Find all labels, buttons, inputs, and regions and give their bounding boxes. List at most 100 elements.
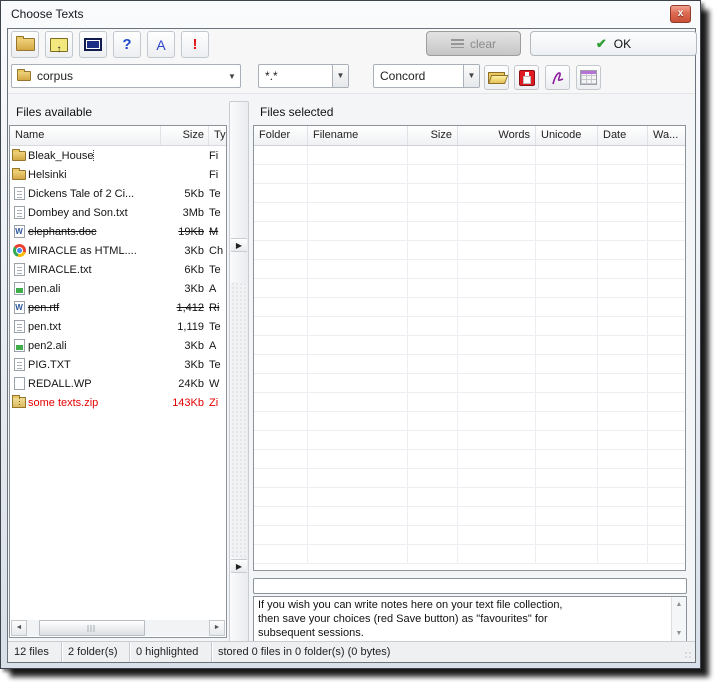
screen: Choose Texts x ? A xyxy=(0,0,715,682)
empty-grid-cell xyxy=(598,279,648,297)
ali-file-icon xyxy=(14,339,25,352)
empty-grid-cell xyxy=(408,355,458,373)
empty-grid-cell xyxy=(408,279,458,297)
column-header-wa[interactable]: Wa... xyxy=(648,126,685,145)
chevron-down-icon[interactable]: ▼ xyxy=(332,65,348,87)
empty-grid-cell xyxy=(648,222,685,240)
column-header-date[interactable]: Date xyxy=(598,126,648,145)
empty-grid-row xyxy=(254,488,685,507)
files-available-hscrollbar[interactable]: ◄ ► xyxy=(11,620,225,636)
file-name: some texts.zip xyxy=(28,397,98,409)
open-favourites-button[interactable] xyxy=(484,65,509,90)
empty-grid-cell xyxy=(458,488,536,506)
chevron-down-icon[interactable]: ▼ xyxy=(224,72,240,81)
pdf-convert-button[interactable] xyxy=(545,65,570,90)
file-row[interactable]: pen2.ali3KbA xyxy=(10,336,226,355)
choose-folder-button[interactable] xyxy=(11,31,39,58)
notes-title-input[interactable] xyxy=(253,578,687,594)
empty-grid-cell xyxy=(648,241,685,259)
folder-combo[interactable]: corpus ▼ xyxy=(11,64,241,88)
resize-grip[interactable] xyxy=(681,642,695,662)
help-button[interactable]: ? xyxy=(113,31,141,58)
file-row[interactable]: some texts.zip143KbZi xyxy=(10,393,226,412)
file-row[interactable]: pen.txt1,119Te xyxy=(10,317,226,336)
file-row[interactable]: elephants.doc19KbM xyxy=(10,222,226,241)
empty-grid-row xyxy=(254,412,685,431)
column-header-size[interactable]: Size xyxy=(408,126,458,145)
files-available-list: Name Size Ty Bleak_HouseFiHelsinkiFiDick… xyxy=(9,125,227,638)
file-row[interactable]: MIRACLE.txt6KbTe xyxy=(10,260,226,279)
column-header-size[interactable]: Size xyxy=(161,126,209,145)
column-header-filename[interactable]: Filename xyxy=(308,126,408,145)
panel-splitter[interactable]: ▶ ▶ xyxy=(229,101,249,648)
empty-grid-cell xyxy=(408,317,458,335)
folder-up-button[interactable] xyxy=(45,31,73,58)
empty-grid-cell xyxy=(648,545,685,563)
empty-grid-row xyxy=(254,355,685,374)
column-header-unicode[interactable]: Unicode xyxy=(536,126,598,145)
file-row[interactable]: Bleak_HouseFi xyxy=(10,146,226,165)
empty-grid-row xyxy=(254,279,685,298)
file-row[interactable]: MIRACLE as HTML....3KbCh xyxy=(10,241,226,260)
notes-text[interactable]: If you wish you can write notes here on … xyxy=(258,598,668,640)
splitter-grip[interactable] xyxy=(231,282,247,557)
file-row[interactable]: Dombey and Son.txt3MbTe xyxy=(10,203,226,222)
scroll-up-icon[interactable]: ▲ xyxy=(672,598,686,611)
file-row[interactable]: PIG.TXT3KbTe xyxy=(10,355,226,374)
file-name: Dickens Tale of 2 Ci... xyxy=(28,188,134,200)
empty-grid-cell xyxy=(408,469,458,487)
column-header-folder[interactable]: Folder xyxy=(254,126,308,145)
filespec-combo[interactable]: *.* ▼ xyxy=(258,64,349,88)
tool-combo[interactable]: Concord ▼ xyxy=(373,64,480,88)
ok-button[interactable]: ✔ OK xyxy=(530,31,697,56)
files-available-label: Files available xyxy=(16,105,92,119)
empty-grid-cell xyxy=(254,431,308,449)
title-bar[interactable]: Choose Texts x xyxy=(1,1,700,28)
checkmark-icon: ✔ xyxy=(596,36,607,52)
scroll-right-icon[interactable]: ► xyxy=(209,620,225,636)
empty-grid-cell xyxy=(536,298,598,316)
scroll-down-icon[interactable]: ▼ xyxy=(672,627,686,640)
warning-button[interactable]: ! xyxy=(181,31,209,58)
empty-grid-cell xyxy=(458,336,536,354)
empty-grid-cell xyxy=(254,469,308,487)
file-row[interactable]: REDALL.WP24KbW xyxy=(10,374,226,393)
empty-grid-cell xyxy=(308,507,408,525)
empty-grid-row xyxy=(254,374,685,393)
file-type: M xyxy=(209,226,226,238)
notes-box[interactable]: If you wish you can write notes here on … xyxy=(253,596,687,642)
file-row[interactable]: pen.rtf1,412Ri xyxy=(10,298,226,317)
chevron-down-icon[interactable]: ▼ xyxy=(463,65,479,87)
empty-grid-row xyxy=(254,469,685,488)
view-button[interactable] xyxy=(79,31,107,58)
file-row[interactable]: Dickens Tale of 2 Ci...5KbTe xyxy=(10,184,226,203)
scroll-left-icon[interactable]: ◄ xyxy=(11,620,27,636)
column-header-name[interactable]: Name xyxy=(10,126,161,145)
file-row[interactable]: pen.ali3KbA xyxy=(10,279,226,298)
clear-button-label: clear xyxy=(470,37,496,51)
empty-grid-cell xyxy=(598,146,648,164)
hscroll-thumb[interactable] xyxy=(39,620,145,636)
notes-scrollbar[interactable]: ▲ ▼ xyxy=(671,597,686,641)
empty-grid-cell xyxy=(536,222,598,240)
file-name: Bleak_House xyxy=(28,150,93,162)
empty-grid-cell xyxy=(458,146,536,164)
spreadsheet-button[interactable] xyxy=(576,65,601,90)
move-right-bottom-icon[interactable]: ▶ xyxy=(231,559,247,573)
empty-grid-cell xyxy=(408,431,458,449)
file-size: 1,412 xyxy=(161,302,209,314)
empty-grid-cell xyxy=(308,241,408,259)
close-button[interactable]: x xyxy=(670,5,691,23)
file-row[interactable]: HelsinkiFi xyxy=(10,165,226,184)
clear-button[interactable]: clear xyxy=(426,31,521,56)
font-button[interactable]: A xyxy=(147,31,175,58)
move-right-top-icon[interactable]: ▶ xyxy=(231,238,247,252)
empty-grid-cell xyxy=(536,507,598,525)
column-header-type[interactable]: Ty xyxy=(209,126,226,145)
empty-grid-cell xyxy=(408,203,458,221)
file-type: W xyxy=(209,378,226,390)
file-type: Te xyxy=(209,264,226,276)
save-favourites-button[interactable] xyxy=(514,65,539,90)
column-header-words[interactable]: Words xyxy=(458,126,536,145)
hscroll-track[interactable] xyxy=(27,620,209,636)
